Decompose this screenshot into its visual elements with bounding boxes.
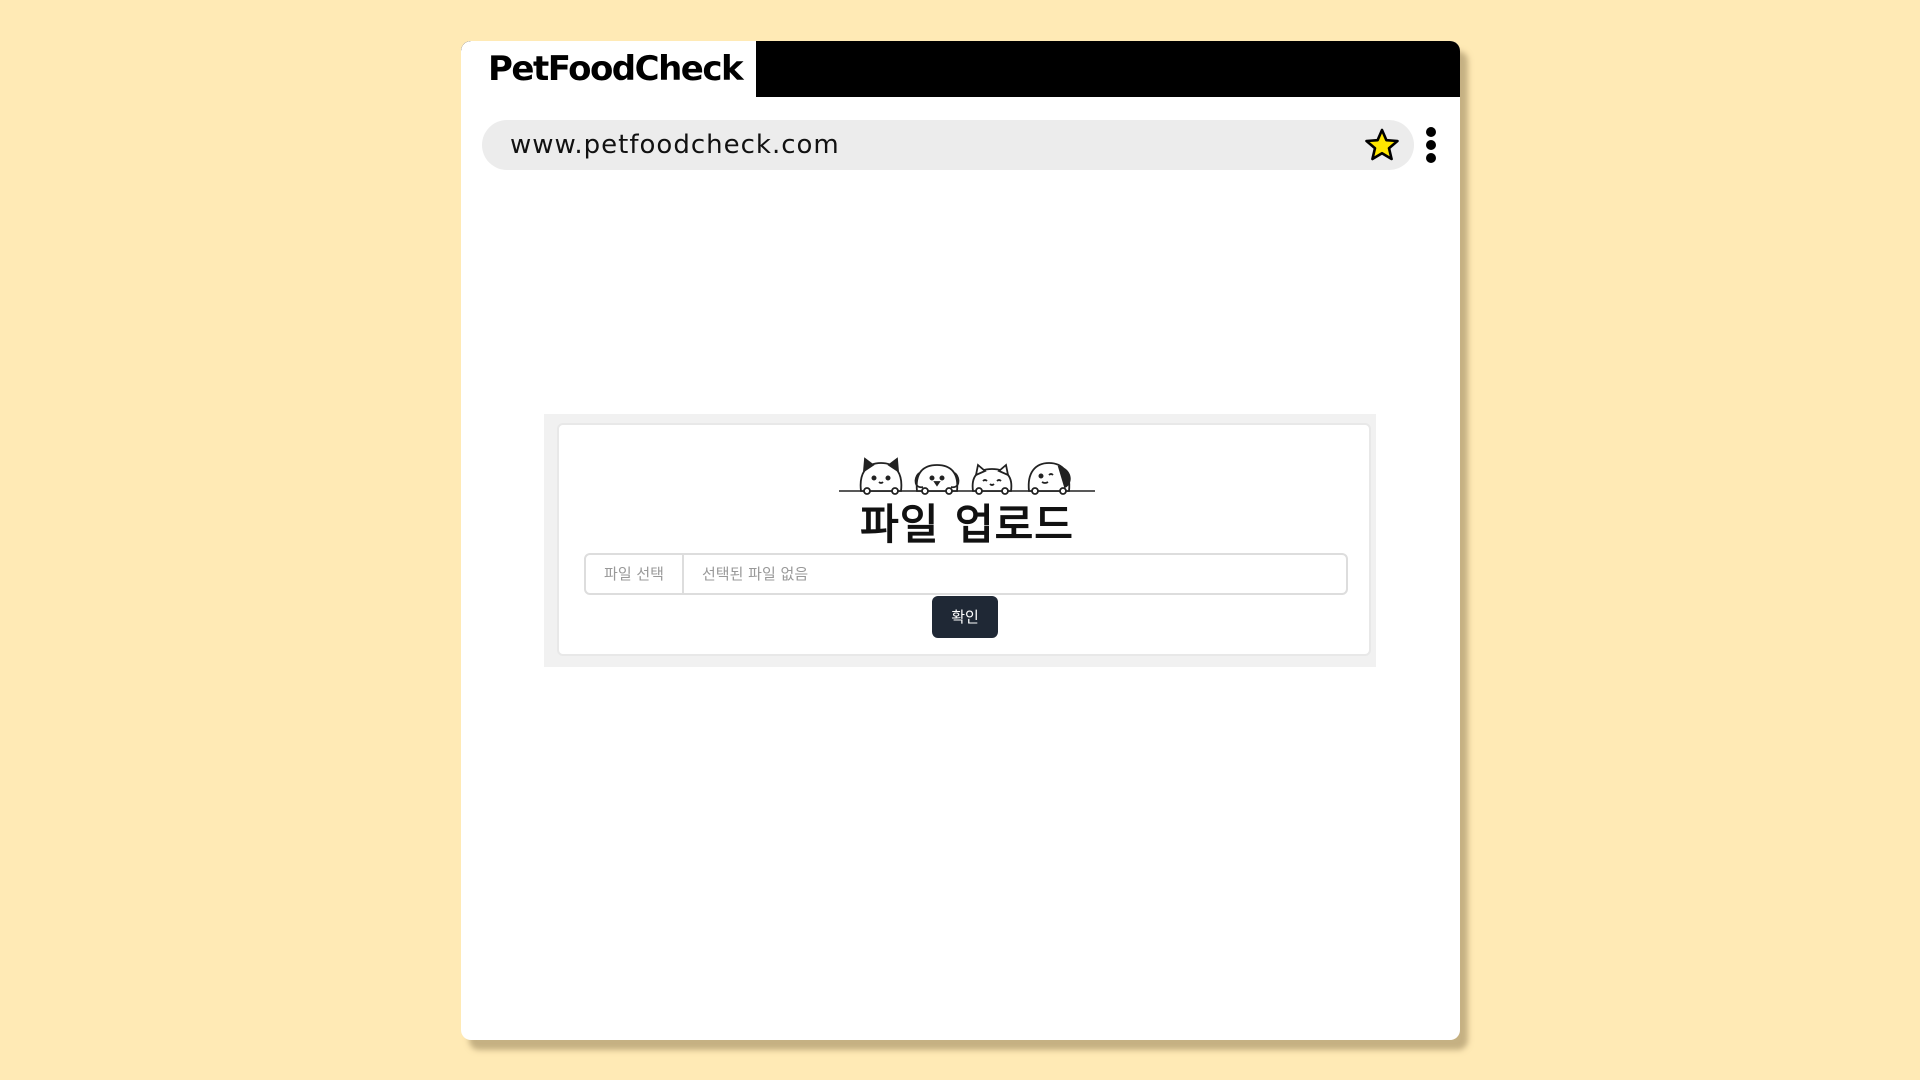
- upload-card: 파일 업로드 파일 선택 선택된 파일 없음 확인: [557, 423, 1371, 656]
- active-tab[interactable]: PetFoodCheck: [461, 41, 756, 97]
- confirm-button[interactable]: 확인: [932, 596, 998, 638]
- star-icon[interactable]: [1364, 127, 1400, 163]
- upload-banner: 파일 업로드: [837, 451, 1097, 549]
- tab-title: PetFoodCheck: [488, 49, 744, 89]
- address-bar[interactable]: www.petfoodcheck.com: [482, 120, 1414, 170]
- cat-icon: [971, 463, 1013, 495]
- dog-icon: [1027, 462, 1071, 495]
- cat-icon: [859, 457, 903, 495]
- upload-title: 파일 업로드: [860, 500, 1074, 549]
- url-text[interactable]: www.petfoodcheck.com: [510, 130, 840, 160]
- file-input[interactable]: 파일 선택 선택된 파일 없음: [584, 553, 1348, 595]
- choose-file-button[interactable]: 파일 선택: [586, 555, 684, 593]
- file-status-text: 선택된 파일 없음: [702, 565, 809, 583]
- dog-icon: [914, 464, 960, 495]
- upload-panel: 파일 업로드 파일 선택 선택된 파일 없음 확인: [544, 414, 1376, 667]
- kebab-menu-icon[interactable]: [1424, 127, 1438, 167]
- tab-bar: PetFoodCheck: [461, 41, 1460, 97]
- browser-window: PetFoodCheck www.petfoodcheck.com 파일 업로드…: [461, 41, 1460, 1040]
